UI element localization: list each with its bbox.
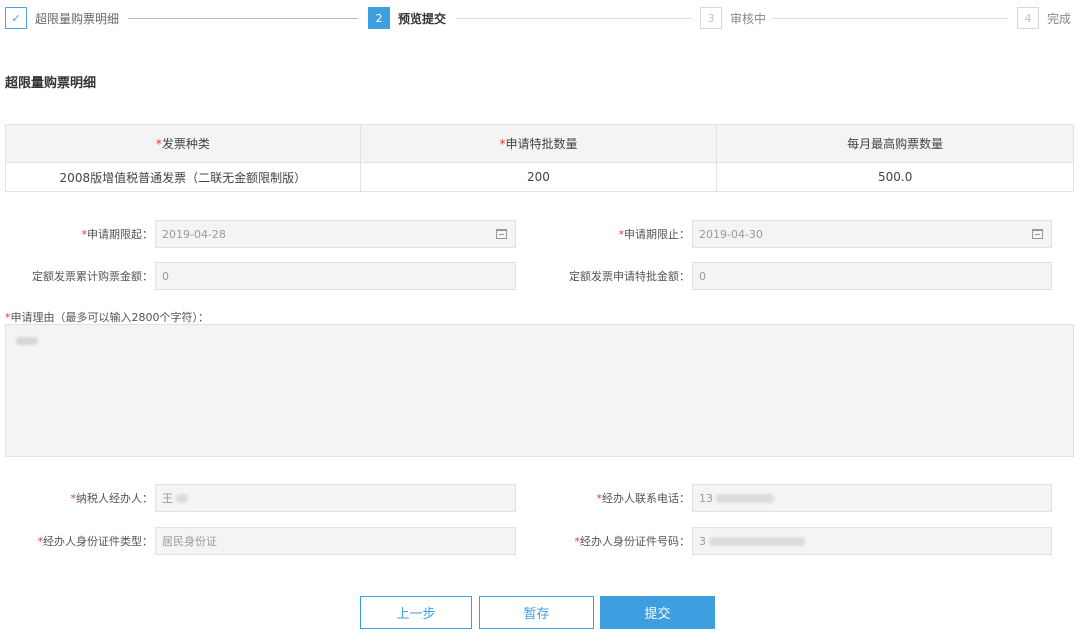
phone-row: *经办人联系电话： 13 — [540, 484, 1052, 512]
column-header: 每月最高购票数量 — [716, 124, 1074, 163]
step-2-number: 2 — [368, 7, 390, 29]
redacted-mark — [709, 536, 805, 546]
table-row: 2008版增值税普通发票（二联无金额限制版） 200 500.0 — [5, 162, 1074, 192]
step-connector-1 — [128, 18, 358, 19]
apply-start-label: *申请期限起： — [81, 228, 154, 241]
apply-end-value: 2019-04-30 — [699, 227, 763, 241]
reason-label: *申请理由（最多可以输入2800个字符）： — [5, 311, 209, 324]
cell-monthly-max: 500.0 — [716, 162, 1074, 192]
handler-input[interactable]: 王 — [155, 484, 516, 512]
submit-button[interactable]: 提交 — [600, 596, 715, 629]
quota-special-value: 0 — [699, 269, 706, 283]
progress-stepper: ✓ 超限量购票明细 2 预览提交 3 审核中 4 完成 — [0, 0, 1080, 36]
handler-label: *纳税人经办人： — [70, 492, 154, 505]
column-header: *申请特批数量 — [359, 124, 718, 163]
handler-value: 王 — [162, 492, 173, 505]
checkmark-icon: ✓ — [5, 7, 27, 29]
quota-total-label: 定额发票累计购票金额： — [32, 270, 153, 283]
step-3: 3 审核中 — [700, 7, 766, 29]
prev-step-button[interactable]: 上一步 — [360, 596, 472, 629]
quota-total-row: 定额发票累计购票金额： 0 — [0, 262, 516, 290]
step-2: 2 预览提交 — [368, 7, 446, 29]
quota-total-input[interactable]: 0 — [155, 262, 516, 290]
phone-label: *经办人联系电话： — [596, 492, 691, 505]
id-type-input[interactable]: 居民身份证 — [155, 527, 516, 555]
id-number-input[interactable]: 3 — [692, 527, 1052, 555]
id-number-value: 3 — [699, 534, 706, 548]
apply-end-label: *申请期限止： — [618, 228, 691, 241]
save-draft-button[interactable]: 暂存 — [479, 596, 594, 629]
invoice-table: *发票种类 *申请特批数量 每月最高购票数量 2008版增值税普通发票（二联无金… — [5, 124, 1074, 192]
id-number-row: *经办人身份证件号码： 3 — [540, 527, 1052, 555]
step-4-number: 4 — [1017, 7, 1039, 29]
quota-special-input[interactable]: 0 — [692, 262, 1052, 290]
quota-special-row: 定额发票申请特批金额： 0 — [540, 262, 1052, 290]
table-header-row: *发票种类 *申请特批数量 每月最高购票数量 — [5, 124, 1074, 163]
apply-end-row: *申请期限止： 2019-04-30 — [540, 220, 1052, 248]
step-3-label: 审核中 — [730, 11, 767, 26]
step-1: ✓ 超限量购票明细 — [5, 7, 119, 29]
step-4-label: 完成 — [1047, 11, 1072, 26]
column-header: *发票种类 — [5, 124, 361, 163]
apply-end-input[interactable]: 2019-04-30 — [692, 220, 1052, 248]
step-2-label: 预览提交 — [398, 11, 447, 26]
reason-redacted-text — [16, 337, 38, 345]
calendar-icon[interactable] — [496, 229, 507, 239]
quota-special-label: 定额发票申请特批金额： — [569, 270, 690, 283]
step-connector-2 — [456, 18, 692, 19]
apply-start-input[interactable]: 2019-04-28 — [155, 220, 516, 248]
redacted-mark — [716, 493, 774, 503]
id-type-label: *经办人身份证件类型： — [37, 535, 154, 548]
id-number-label: *经办人身份证件号码： — [574, 535, 691, 548]
id-type-value: 居民身份证 — [162, 535, 217, 548]
id-type-row: *经办人身份证件类型： 居民身份证 — [0, 527, 516, 555]
cell-special-quantity: 200 — [359, 162, 718, 192]
step-4: 4 完成 — [1017, 7, 1071, 29]
handler-row: *纳税人经办人： 王 — [0, 484, 516, 512]
apply-start-row: *申请期限起： 2019-04-28 — [0, 220, 516, 248]
apply-start-value: 2019-04-28 — [162, 227, 226, 241]
page-title: 超限量购票明细 — [5, 76, 97, 91]
calendar-icon[interactable] — [1032, 229, 1043, 239]
phone-input[interactable]: 13 — [692, 484, 1052, 512]
step-1-label: 超限量购票明细 — [35, 11, 120, 26]
reason-textarea[interactable] — [5, 324, 1074, 457]
phone-value: 13 — [699, 491, 713, 505]
cell-invoice-type: 2008版增值税普通发票（二联无金额限制版） — [5, 162, 361, 192]
step-3-number: 3 — [700, 7, 722, 29]
redacted-mark — [176, 493, 188, 503]
quota-total-value: 0 — [162, 269, 169, 283]
step-connector-3 — [772, 18, 1008, 19]
